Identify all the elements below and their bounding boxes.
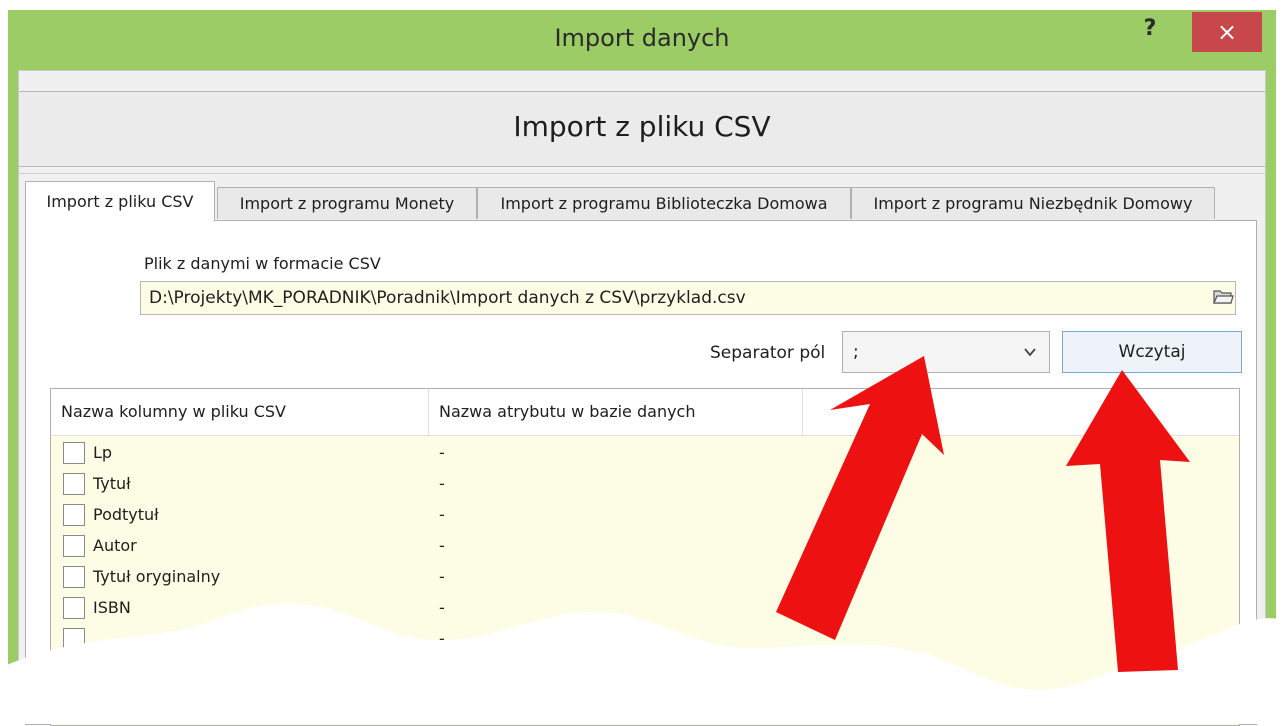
row-column-name: Lp — [93, 443, 113, 462]
row-checkbox[interactable] — [63, 628, 85, 650]
row-attribute: - — [439, 629, 445, 648]
row-attribute: - — [439, 474, 445, 493]
row-attribute: - — [439, 505, 445, 524]
row-column-name: Podtytuł — [93, 505, 159, 524]
separator-label: Separator pól — [710, 343, 826, 363]
grid-header: Nazwa kolumny w pliku CSV Nazwa atrybutu… — [51, 389, 1239, 436]
row-checkbox[interactable] — [63, 597, 85, 619]
row-column-name: Tytuł — [93, 474, 131, 493]
separator-value: ; — [853, 342, 859, 362]
table-row[interactable]: Autor - — [51, 532, 1239, 563]
column-header-csv[interactable]: Nazwa kolumny w pliku CSV — [51, 389, 429, 435]
row-checkbox[interactable] — [63, 504, 85, 526]
page-title: Import z pliku CSV — [513, 110, 771, 143]
row-column-name: ISBN — [93, 598, 131, 617]
table-row[interactable]: Lp - — [51, 439, 1239, 470]
title-bar[interactable]: Import danych ? × — [8, 10, 1276, 70]
mapping-grid[interactable]: Nazwa kolumny w pliku CSV Nazwa atrybutu… — [50, 388, 1240, 726]
row-checkbox[interactable] — [63, 566, 85, 588]
file-label: Plik z danymi w formacie CSV — [144, 254, 381, 273]
table-row[interactable]: Tytuł oryginalny - — [51, 563, 1239, 594]
table-row[interactable]: ISBN - — [51, 594, 1239, 625]
row-attribute: - — [439, 536, 445, 555]
dialog-window: Import danych ? × Import z pliku CSV Imp… — [8, 10, 1276, 726]
file-path-input[interactable]: D:\Projekty\MK_PORADNIK\Poradnik\Import … — [140, 281, 1236, 315]
row-checkbox[interactable] — [63, 535, 85, 557]
help-button[interactable]: ? — [1130, 16, 1170, 50]
window-title: Import danych — [554, 24, 730, 52]
table-row[interactable]: Podtytuł - — [51, 501, 1239, 532]
header-panel: Import z pliku CSV — [19, 91, 1265, 167]
tab-page-csv: Plik z danymi w formacie CSV D:\Projekty… — [25, 220, 1257, 726]
divider — [19, 173, 1265, 174]
separator-select[interactable]: ; — [842, 331, 1050, 373]
tab-import-csv[interactable]: Import z pliku CSV — [25, 181, 215, 221]
row-attribute: - — [439, 567, 445, 586]
row-attribute: - — [439, 598, 445, 617]
row-attribute: - — [439, 443, 445, 462]
load-button[interactable]: Wczytaj — [1062, 331, 1242, 373]
tab-import-niezbednik[interactable]: Import z programu Niezbędnik Domowy — [851, 187, 1215, 219]
row-checkbox[interactable] — [63, 442, 85, 464]
table-row[interactable]: Tytuł - — [51, 470, 1239, 501]
row-column-name: Autor — [93, 536, 137, 555]
table-row[interactable]: - — [51, 625, 1239, 656]
chevron-down-icon — [1023, 332, 1037, 388]
tab-import-monety[interactable]: Import z programu Monety — [217, 187, 477, 219]
close-button[interactable]: × — [1192, 12, 1262, 52]
column-header-attribute[interactable]: Nazwa atrybutu w bazie danych — [429, 389, 803, 435]
tab-import-biblioteczka[interactable]: Import z programu Biblioteczka Domowa — [477, 187, 851, 219]
row-checkbox[interactable] — [63, 473, 85, 495]
dialog-client-area: Import z pliku CSV Import z pliku CSV Im… — [18, 70, 1266, 726]
row-column-name: Tytuł oryginalny — [93, 567, 221, 586]
folder-open-icon[interactable] — [1212, 285, 1234, 309]
